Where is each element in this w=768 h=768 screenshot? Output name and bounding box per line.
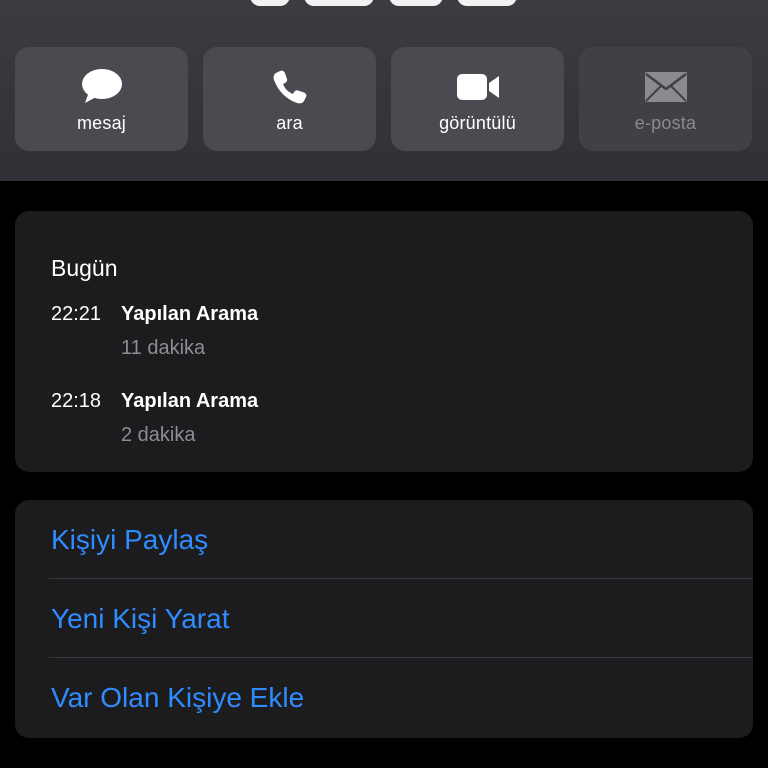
call-duration: 11 dakika [121,337,206,359]
call-type: Yapılan Arama [121,390,259,412]
call-button[interactable]: ara [203,47,376,151]
call-time: 22:18 [51,390,102,412]
create-contact-row[interactable]: Yeni Kişi Yarat [15,579,753,658]
call-duration: 2 dakika [121,424,196,446]
call-type: Yapılan Arama [121,303,259,325]
contact-actions-card: Kişiyi Paylaş Yeni Kişi Yarat Var Olan K… [15,500,753,738]
add-to-existing-contact-row[interactable]: Var Olan Kişiye Ekle [15,658,753,737]
create-contact-link[interactable]: Yeni Kişi Yarat [51,603,230,635]
name-fragment [250,0,290,6]
add-to-existing-contact-link[interactable]: Var Olan Kişiye Ekle [51,682,304,714]
email-button-label: e-posta [634,113,697,133]
share-contact-link[interactable]: Kişiyi Paylaş [51,524,208,556]
name-fragment [457,0,518,6]
message-button[interactable]: mesaj [15,47,188,151]
call-button-label: ara [276,113,303,133]
message-button-label: mesaj [76,113,126,133]
call-history-card: Bugün 22:21 Yapılan Arama 11 dakika 22:1… [15,211,753,472]
email-button[interactable]: e-posta [579,47,752,151]
share-contact-row[interactable]: Kişiyi Paylaş [15,500,753,579]
name-fragment [388,0,443,6]
video-call-button-label: görüntülü [439,113,516,133]
phone-icon [268,67,312,107]
video-call-button[interactable]: görüntülü [391,47,564,151]
name-fragment [304,0,375,6]
envelope-icon [644,67,688,107]
contact-header: mesaj ara görüntülü e-posta [0,0,768,181]
video-camera-icon [456,67,500,107]
contact-name-cropped [250,0,540,6]
quick-actions: mesaj ara görüntülü e-posta [15,47,753,151]
call-time: 22:21 [51,303,102,325]
call-history-date: Bugün [51,255,118,281]
message-bubble-icon [80,67,124,107]
